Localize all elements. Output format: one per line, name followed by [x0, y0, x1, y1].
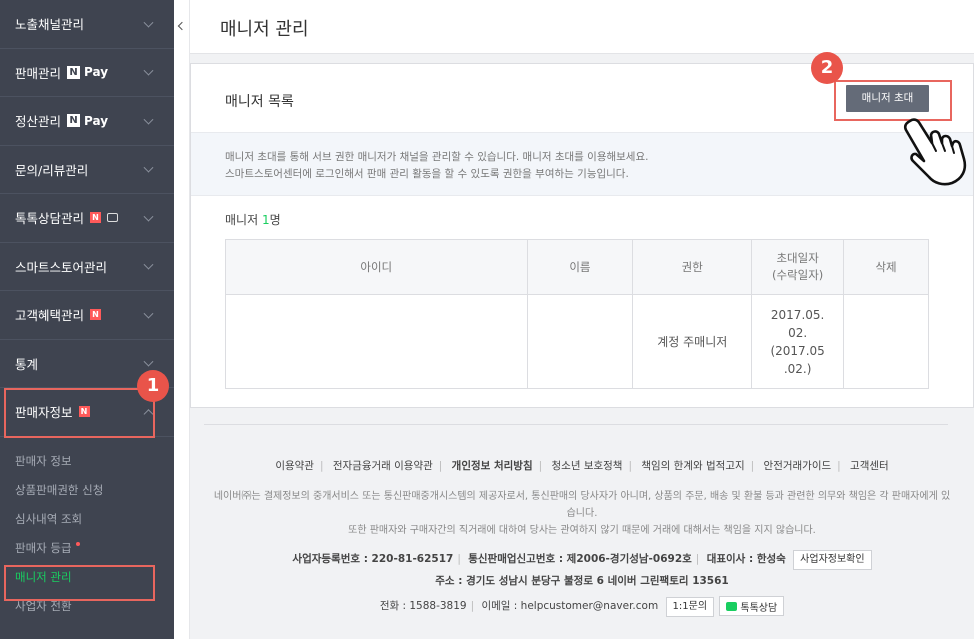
chevron-down-icon — [143, 356, 154, 367]
column-header-delete: 삭제 — [843, 239, 929, 295]
sidebar-item-label: 문의/리뷰관리 — [15, 162, 89, 178]
sidebar-item-talktalk[interactable]: 톡톡상담관리 N — [0, 194, 174, 243]
chevron-down-icon — [143, 308, 154, 319]
new-badge: N — [90, 309, 102, 321]
cell-name — [526, 294, 634, 389]
inquiry-button[interactable]: 1:1문의 — [665, 597, 715, 617]
info-text: 스마트스토어센터에 로그인해서 판매 관리 활동을 할 수 있도록 권한을 부여… — [225, 168, 629, 180]
column-header-role: 권한 — [632, 239, 753, 295]
phone-number: 전화 : 1588-3819 — [379, 600, 467, 612]
card-title: 매니저 목록 — [225, 94, 294, 110]
npay-logo: N Pay — [67, 65, 108, 79]
sidebar-item-label: 톡톡상담관리 — [15, 211, 85, 227]
footer-link-terms[interactable]: 이용약관 — [275, 460, 314, 472]
chat-icon — [107, 213, 119, 223]
submenu-item-seller-info[interactable]: 판매자 정보 — [0, 447, 174, 476]
info-box: 매니저 초대를 통해 서브 권한 매니저가 채널을 관리할 수 있습니다. 매니… — [191, 132, 973, 196]
info-text: 매니저 초대를 통해 서브 권한 매니저가 채널을 관리할 수 있습니다. 매니… — [225, 151, 649, 163]
submenu-item-sales-permission[interactable]: 상품판매권한 신청 — [0, 476, 174, 505]
footer-link-youth-policy[interactable]: 청소년 보호정책 — [552, 460, 623, 472]
sidebar-item-label: 정산관리 — [15, 114, 62, 130]
ceo-name: 대표이사 : 한성숙 — [706, 553, 786, 565]
page-header: 매니저 관리 — [190, 0, 974, 54]
submenu-item-review-history[interactable]: 심사내역 조회 — [0, 505, 174, 534]
chevron-down-icon — [143, 17, 154, 28]
sidebar-item-sales[interactable]: 판매관리 N Pay — [0, 49, 174, 97]
cell-id — [225, 294, 528, 389]
footer-business-info: 사업자등록번호 : 220-81-62517 | 통신판매업신고번호 : 제200… — [190, 548, 974, 592]
sidebar-item-settlement[interactable]: 정산관리 N Pay — [0, 97, 174, 146]
column-header-invite-date: 초대일자 (수락일자) — [751, 239, 845, 295]
footer-link-disclaimer[interactable]: 책임의 한계와 법적고지 — [641, 460, 744, 472]
sidebar-item-label: 노출채널관리 — [15, 17, 85, 33]
npay-logo: N Pay — [67, 114, 108, 128]
notification-dot — [75, 542, 80, 546]
manager-count: 매니저 1명 — [225, 213, 281, 227]
sidebar-item-inquiry-review[interactable]: 문의/리뷰관리 — [0, 146, 174, 194]
talktalk-button[interactable]: 톡톡상담 — [719, 596, 785, 616]
footer-link-customer-center[interactable]: 고객센터 — [850, 460, 889, 472]
manager-table: 아이디 이름 권한 초대일자 (수락일자) 삭제 계정 주매니저 2017.05.… — [225, 239, 929, 389]
highlight-box-seller-info — [4, 388, 155, 438]
column-header-name: 이름 — [526, 239, 634, 295]
footer-divider — [204, 424, 948, 425]
page-title: 매니저 관리 — [220, 19, 309, 40]
chevron-left-icon — [177, 21, 187, 31]
sidebar-collapse-toggle[interactable] — [174, 0, 190, 639]
footer-notice: 네이버㈜는 결제정보의 중개서비스 또는 통신판매중개시스템의 제공자로서, 통… — [213, 491, 951, 536]
chevron-down-icon — [143, 259, 154, 270]
table-row: 계정 주매니저 2017.05. 02. (2017.05 .02.) — [225, 294, 929, 389]
submenu-item-seller-grade[interactable]: 판매자 등급 — [0, 534, 174, 563]
footer-links: 이용약관 | 전자금융거래 이용약관 | 개인정보 처리방침 | 청소년 보호정책 | … — [275, 460, 889, 472]
sidebar-item-smartstore[interactable]: 스마트스토어관리 — [0, 243, 174, 291]
cell-role: 계정 주매니저 — [632, 294, 753, 389]
sidebar-item-customer-benefit[interactable]: 고객혜택관리 N — [0, 291, 174, 340]
manager-count-number: 1 — [261, 213, 270, 227]
table-header-row: 아이디 이름 권한 초대일자 (수락일자) 삭제 — [225, 239, 929, 295]
new-badge: N — [90, 212, 102, 224]
sidebar-item-label: 판매관리 — [15, 65, 62, 81]
footer-link-efinance-terms[interactable]: 전자금융거래 이용약관 — [333, 460, 433, 472]
email-address: 이메일 : helpcustomer@naver.com — [481, 600, 659, 612]
footer-link-safe-trade[interactable]: 안전거래가이드 — [764, 460, 832, 472]
sidebar: 노출채널관리 판매관리 N Pay 정산관리 N Pay 문의/리뷰관리 톡톡상담관… — [0, 0, 174, 639]
footer-contact: 전화 : 1588-3819 | 이메일 : helpcustomer@naver… — [190, 596, 974, 617]
chevron-down-icon — [143, 211, 154, 222]
highlight-box-manager-admin — [4, 565, 155, 601]
pointing-hand-icon — [903, 118, 967, 186]
business-info-check-button[interactable]: 사업자정보확인 — [793, 550, 872, 570]
biz-reg-number: 사업자등록번호 : 220-81-62517 — [292, 553, 454, 565]
chevron-down-icon — [143, 162, 154, 173]
cell-delete — [843, 294, 929, 389]
footer-link-privacy[interactable]: 개인정보 처리방침 — [452, 460, 533, 472]
mail-order-number: 통신판매업신고번호 : 제2006-경기성남-0692호 — [468, 553, 692, 565]
chat-icon — [726, 601, 738, 611]
sidebar-item-label: 통계 — [15, 356, 39, 372]
step-2-marker: 2 — [811, 52, 843, 84]
step-1-marker: 1 — [137, 370, 169, 402]
npay-n-icon: N — [67, 114, 81, 128]
cell-invite-date: 2017.05. 02. (2017.05 .02.) — [751, 294, 845, 389]
npay-n-icon: N — [67, 65, 81, 79]
column-header-id: 아이디 — [225, 239, 528, 295]
sidebar-item-label: 스마트스토어관리 — [15, 259, 108, 275]
chevron-down-icon — [143, 65, 154, 76]
sidebar-item-exposure-channel[interactable]: 노출채널관리 — [0, 0, 174, 49]
sidebar-item-label: 고객혜택관리 — [15, 308, 85, 324]
chevron-down-icon — [143, 114, 154, 125]
company-address: 주소 : 경기도 성남시 분당구 불정로 6 네이버 그린팩토리 13561 — [435, 575, 729, 587]
